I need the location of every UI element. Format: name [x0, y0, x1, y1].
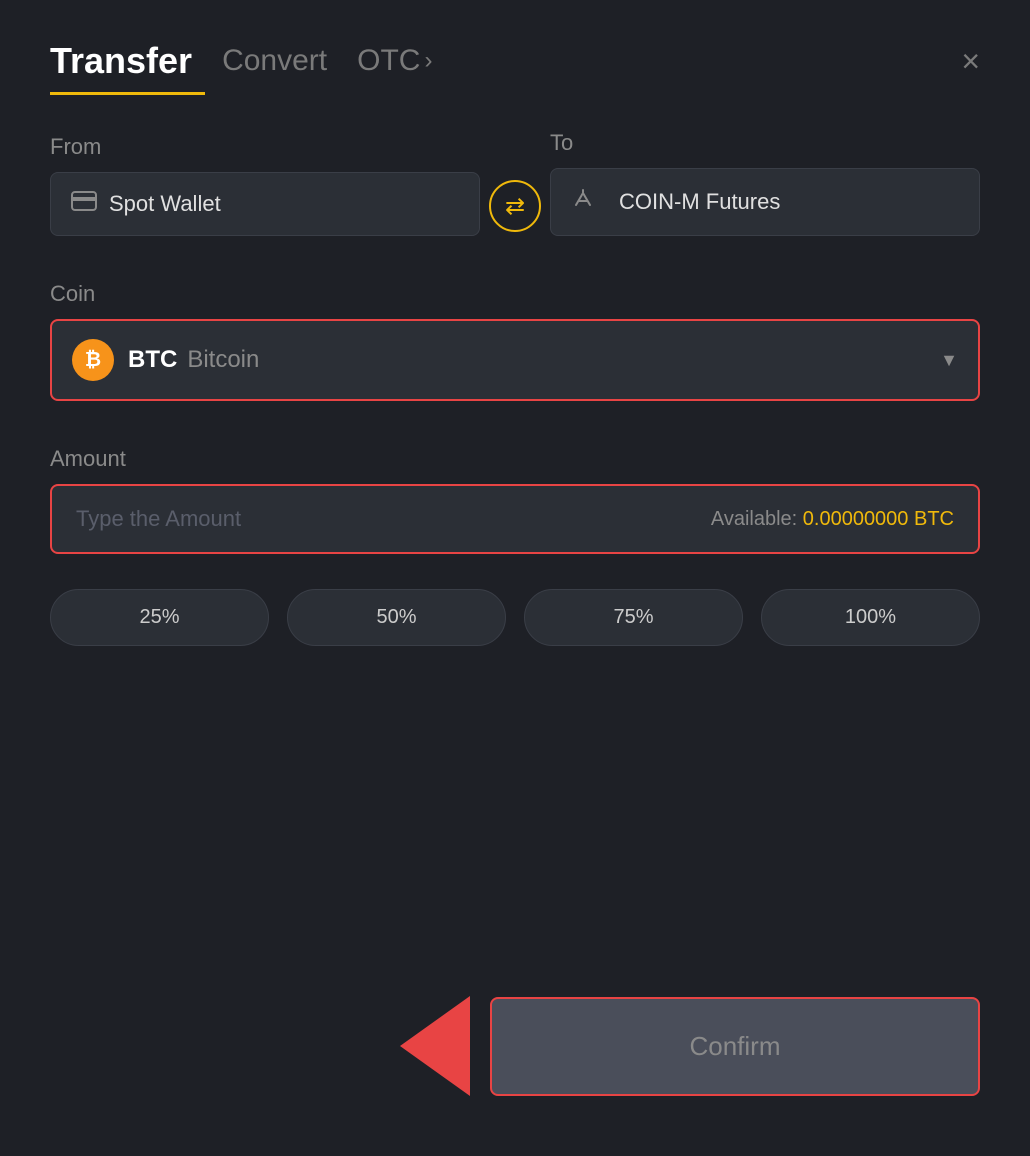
amount-label: Amount	[50, 446, 126, 471]
swap-icon: ⇄	[505, 192, 525, 221]
amount-input-box[interactable]: Type the Amount Available: 0.00000000 BT…	[50, 484, 980, 554]
coin-selector[interactable]: ₿ BTC Bitcoin ▼	[50, 319, 980, 401]
percent-100-button[interactable]: 100%	[761, 589, 980, 646]
amount-available: Available: 0.00000000 BTC	[711, 508, 954, 531]
arrow-icon	[400, 996, 470, 1096]
btc-icon: ₿	[72, 339, 114, 381]
from-to-row: From Spot Wallet ⇄ To	[50, 130, 980, 236]
transfer-modal: Transfer Convert OTC › × From Spot Walle…	[0, 0, 1030, 1156]
percent-50-button[interactable]: 50%	[287, 589, 506, 646]
wallet-icon	[71, 191, 97, 217]
tab-convert[interactable]: Convert	[222, 44, 327, 78]
percent-75-button[interactable]: 75%	[524, 589, 743, 646]
to-wallet-label: COIN-M Futures	[619, 189, 780, 215]
to-section: To COIN-M Futures	[550, 130, 980, 236]
coin-chevron-icon: ▼	[940, 350, 958, 371]
swap-button[interactable]: ⇄	[489, 180, 541, 232]
close-button[interactable]: ×	[961, 45, 980, 77]
arrow-container	[50, 996, 490, 1096]
to-label: To	[550, 130, 980, 156]
amount-section: Amount Type the Amount Available: 0.0000…	[50, 446, 980, 554]
otc-chevron-icon: ›	[424, 47, 432, 75]
coin-name: Bitcoin	[187, 346, 259, 374]
coin-symbol: BTC	[128, 346, 177, 374]
percent-25-button[interactable]: 25%	[50, 589, 269, 646]
coin-label: Coin	[50, 281, 95, 306]
to-wallet-selector[interactable]: COIN-M Futures	[550, 168, 980, 236]
amount-placeholder: Type the Amount	[76, 506, 241, 532]
available-value: 0.00000000 BTC	[803, 508, 954, 530]
from-wallet-selector[interactable]: Spot Wallet	[50, 172, 480, 236]
available-label: Available:	[711, 508, 797, 530]
bottom-row: Confirm	[50, 976, 980, 1096]
modal-title: Transfer	[50, 40, 192, 82]
modal-header: Transfer Convert OTC › ×	[50, 40, 980, 82]
coin-section: Coin ₿ BTC Bitcoin ▼	[50, 281, 980, 401]
swap-container: ⇄	[480, 180, 550, 236]
tab-otc[interactable]: OTC ›	[357, 44, 432, 78]
futures-icon	[571, 187, 595, 217]
percent-row: 25% 50% 75% 100%	[50, 589, 980, 646]
from-section: From Spot Wallet	[50, 134, 480, 236]
confirm-button[interactable]: Confirm	[490, 997, 980, 1096]
tab-active-underline	[50, 92, 205, 95]
from-label: From	[50, 134, 480, 160]
from-wallet-label: Spot Wallet	[109, 191, 221, 217]
